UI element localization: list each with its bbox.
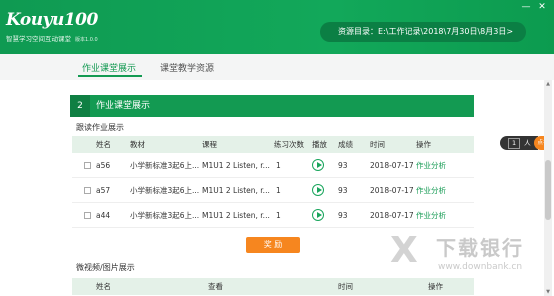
student-count: 1	[508, 138, 521, 149]
student-unit: 人	[524, 139, 531, 147]
active-tab-indicator	[78, 75, 142, 77]
col-view: 查看	[208, 282, 223, 291]
homework-analysis-link[interactable]: 作业分析	[416, 203, 446, 228]
scroll-down-icon[interactable]: ▼	[544, 288, 552, 296]
table-row: a56 小学新标准3起6上... M1U1 2 Listen, r... 1 9…	[72, 153, 474, 178]
play-icon[interactable]	[312, 184, 324, 196]
col-time: 时间	[370, 140, 385, 149]
logo-text: Kouyu100	[6, 10, 98, 30]
micro-video-title: 微视频/图片展示	[76, 263, 135, 272]
watermark-url: www.downbank.cn	[438, 262, 523, 272]
col-time: 时间	[338, 282, 353, 291]
cell-course: M1U1 2 Listen, r...	[202, 211, 270, 220]
row-checkbox[interactable]	[84, 162, 91, 169]
homework-analysis-link[interactable]: 作业分析	[416, 153, 446, 178]
close-button[interactable]: ✕	[534, 0, 550, 14]
cell-time: 2018-07-17	[370, 186, 414, 195]
followup-table: 姓名 教材 课程 练习次数 播放 成绩 时间 操作 a56 小学新标准3起6上.…	[72, 136, 474, 228]
logo-slogan: 智慧学习空间互动课堂 版本1.0.0	[6, 33, 98, 43]
cell-name: a57	[96, 186, 111, 195]
resource-directory-button[interactable]: 资源目录：E:\工作记录\2018\7月30日\8月3日>	[320, 22, 526, 42]
col-action: 操作	[416, 140, 431, 149]
app-header: Kouyu100 智慧学习空间互动课堂 版本1.0.0 资源目录：E:\工作记录\…	[0, 0, 554, 54]
cell-name: a44	[96, 211, 111, 220]
window-controls: — ✕	[518, 0, 550, 14]
tab-teaching-resources[interactable]: 课堂教学资源	[160, 61, 214, 74]
cell-count: 1	[276, 161, 281, 170]
reward-button[interactable]: 奖 励	[246, 237, 300, 253]
slogan-text: 智慧学习空间互动课堂	[6, 35, 71, 43]
col-play: 播放	[312, 140, 327, 149]
cell-score: 93	[338, 186, 348, 195]
col-score: 成绩	[338, 140, 353, 149]
section-number: 2	[70, 95, 90, 117]
play-icon[interactable]	[312, 209, 324, 221]
play-icon[interactable]	[312, 159, 324, 171]
col-name: 姓名	[96, 140, 111, 149]
watermark-text: 下载银行	[436, 236, 524, 260]
cell-course: M1U1 2 Listen, r...	[202, 161, 270, 170]
cell-course: M1U1 2 Listen, r...	[202, 186, 270, 195]
section-title: 作业课堂展示	[96, 101, 151, 111]
cell-time: 2018-07-17	[370, 211, 414, 220]
scroll-up-icon[interactable]: ▲	[544, 80, 552, 88]
homework-analysis-link[interactable]: 作业分析	[416, 178, 446, 203]
table-header: 姓名 教材 课程 练习次数 播放 成绩 时间 操作	[72, 136, 474, 153]
cell-textbook: 小学新标准3起6上...	[130, 161, 200, 170]
cell-count: 1	[276, 211, 281, 220]
col-count: 练习次数	[274, 140, 304, 149]
cell-name: a56	[96, 161, 111, 170]
tab-homework-display[interactable]: 作业课堂展示	[82, 61, 136, 74]
table-row: a57 小学新标准3起6上... M1U1 2 Listen, r... 1 9…	[72, 178, 474, 203]
row-checkbox[interactable]	[84, 187, 91, 194]
cell-score: 93	[338, 211, 348, 220]
student-counter: 1人	[500, 136, 538, 150]
col-textbook: 教材	[130, 140, 145, 149]
section-header: 2 作业课堂展示	[70, 95, 474, 117]
app-logo: Kouyu100 智慧学习空间互动课堂 版本1.0.0	[6, 10, 126, 48]
followup-title: 跟读作业展示	[76, 123, 124, 132]
watermark-logo: X	[390, 230, 418, 271]
table-row: a44 小学新标准3起6上... M1U1 2 Listen, r... 1 9…	[72, 203, 474, 228]
watermark: X 下载银行 www.downbank.cn	[388, 226, 538, 292]
scrollbar-thumb[interactable]	[545, 160, 551, 220]
cell-count: 1	[276, 186, 281, 195]
cell-textbook: 小学新标准3起6上...	[130, 186, 200, 195]
col-name: 姓名	[96, 282, 111, 291]
cell-textbook: 小学新标准3起6上...	[130, 211, 200, 220]
cell-score: 93	[338, 161, 348, 170]
version-text: 版本1.0.0	[75, 37, 98, 43]
scrollbar[interactable]: ▲ ▼	[544, 80, 552, 296]
row-checkbox[interactable]	[84, 212, 91, 219]
col-course: 课程	[202, 140, 217, 149]
minimize-button[interactable]: —	[518, 0, 534, 14]
cell-time: 2018-07-17	[370, 161, 414, 170]
